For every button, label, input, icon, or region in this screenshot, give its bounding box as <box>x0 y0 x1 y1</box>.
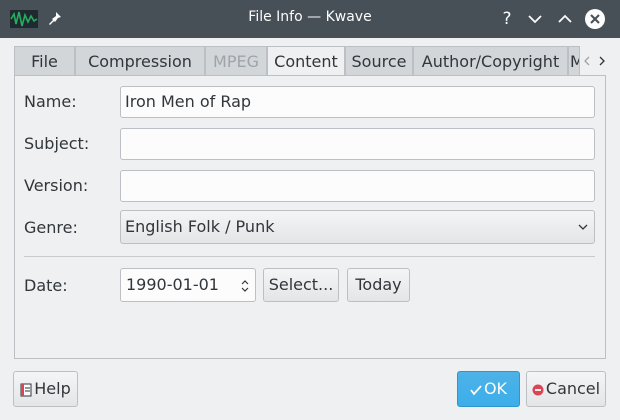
cancel-button-label: Cancel <box>545 379 601 398</box>
date-spinbox[interactable]: 1990-01-01 <box>120 268 256 302</box>
check-icon <box>470 384 482 395</box>
tab-author-copyright[interactable]: Author/Copyright <box>413 46 568 76</box>
chevron-up-icon[interactable] <box>554 8 576 30</box>
chevron-down-icon <box>578 224 588 230</box>
tab-source[interactable]: Source <box>345 46 413 76</box>
date-label: Date: <box>24 276 68 295</box>
today-button[interactable]: Today <box>347 268 410 302</box>
ok-button[interactable]: OK <box>457 371 520 407</box>
tab-mpeg: MPEG <box>205 46 267 76</box>
title-bar[interactable]: File Info — Kwave ? <box>0 0 620 38</box>
version-label: Version: <box>24 176 89 195</box>
genre-value: English Folk / Punk <box>125 217 275 236</box>
chevron-right-icon <box>599 56 605 66</box>
spin-arrows-icon[interactable] <box>241 279 249 293</box>
help-button[interactable]: Help <box>13 371 78 407</box>
cancel-button[interactable]: Cancel <box>526 371 606 407</box>
chevron-down-icon[interactable] <box>524 8 546 30</box>
select-date-button[interactable]: Select... <box>263 268 339 302</box>
ok-button-label: OK <box>483 379 508 398</box>
chevron-left-icon <box>584 56 590 66</box>
tab-compression[interactable]: Compression <box>75 46 205 76</box>
subject-label: Subject: <box>24 134 90 153</box>
date-value: 1990-01-01 <box>126 275 219 294</box>
name-label: Name: <box>24 92 77 111</box>
version-field[interactable] <box>120 170 595 202</box>
tab-bar: File Compression MPEG Content Source Aut… <box>14 46 606 77</box>
tab-content[interactable]: Content <box>267 46 345 77</box>
close-icon[interactable] <box>584 8 606 30</box>
help-button-label: Help <box>34 379 71 398</box>
genre-combobox[interactable]: English Folk / Punk <box>120 210 595 244</box>
separator <box>24 256 595 257</box>
genre-label: Genre: <box>24 218 78 237</box>
subject-field[interactable] <box>120 128 595 160</box>
name-field[interactable]: Iron Men of Rap <box>120 86 595 118</box>
cancel-icon <box>532 384 544 395</box>
tab-scroll-arrows[interactable] <box>580 46 610 76</box>
tab-more[interactable]: M <box>568 46 580 76</box>
tab-file[interactable]: File <box>14 46 75 76</box>
help-titlebar-button[interactable]: ? <box>496 8 518 30</box>
help-book-icon <box>20 383 32 396</box>
